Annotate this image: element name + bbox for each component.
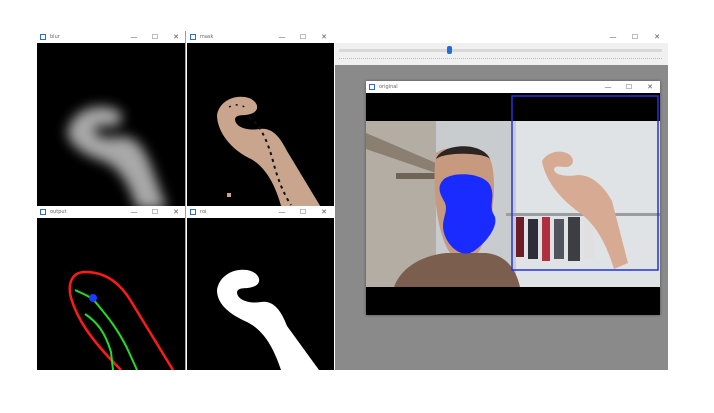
roi-window-title: roi [200,209,207,215]
maximize-button[interactable]: ☐ [147,31,163,43]
window-app-icon [40,209,46,215]
maximize-button[interactable]: ☐ [295,31,311,43]
output-window-title: output [50,209,67,215]
close-button[interactable]: ✕ [168,31,184,43]
close-button[interactable]: ✕ [316,206,332,218]
mask-image [187,43,334,209]
trackbar-track[interactable] [339,49,662,52]
blur-window: blur — ☐ ✕ [37,31,186,209]
output-image [37,218,185,370]
blur-image [37,43,185,209]
minimize-button[interactable]: — [274,31,290,43]
hand-contour [68,270,175,370]
blur-window-title: blur [50,34,60,40]
output-window: output — ☐ ✕ [37,206,186,370]
hand-hull [74,289,138,370]
maximize-button[interactable]: ☐ [621,81,637,93]
original-window: original — ☐ ✕ [366,81,660,315]
roi-image [187,218,334,370]
blur-title-bar[interactable]: blur — ☐ ✕ [37,31,185,43]
trackbar-panel [335,43,668,65]
close-button[interactable]: ✕ [316,31,332,43]
minimize-button[interactable]: — [126,31,142,43]
mask-title-bar[interactable]: mask — ☐ ✕ [187,31,334,43]
close-button[interactable]: ✕ [649,31,665,43]
close-button[interactable]: ✕ [168,206,184,218]
maximize-button[interactable]: ☐ [627,31,643,43]
window-app-icon [190,34,196,40]
minimize-button[interactable]: — [605,31,621,43]
window-app-icon [40,34,46,40]
trackbar-thumb[interactable] [446,46,452,54]
output-title-bar[interactable]: output — ☐ ✕ [37,206,185,218]
close-button[interactable]: ✕ [642,81,658,93]
maximize-button[interactable]: ☐ [295,206,311,218]
minimize-button[interactable]: — [274,206,290,218]
maximize-button[interactable]: ☐ [147,206,163,218]
fingertip-marker [89,294,97,302]
trackbar-title-bar[interactable]: — ☐ ✕ [335,31,668,43]
minimize-button[interactable]: — [126,206,142,218]
roi-title-bar[interactable]: roi — ☐ ✕ [187,206,334,218]
original-camera-frame [366,93,660,315]
trackbar-ticks [339,58,662,60]
original-window-title: original [379,84,398,90]
mask-window: mask — ☐ ✕ [187,31,334,209]
mask-window-title: mask [200,34,214,40]
minimize-button[interactable]: — [600,81,616,93]
window-app-icon [190,209,196,215]
roi-window: roi — ☐ ✕ [187,206,334,370]
window-app-icon [369,84,375,90]
original-title-bar[interactable]: original — ☐ ✕ [366,81,660,93]
